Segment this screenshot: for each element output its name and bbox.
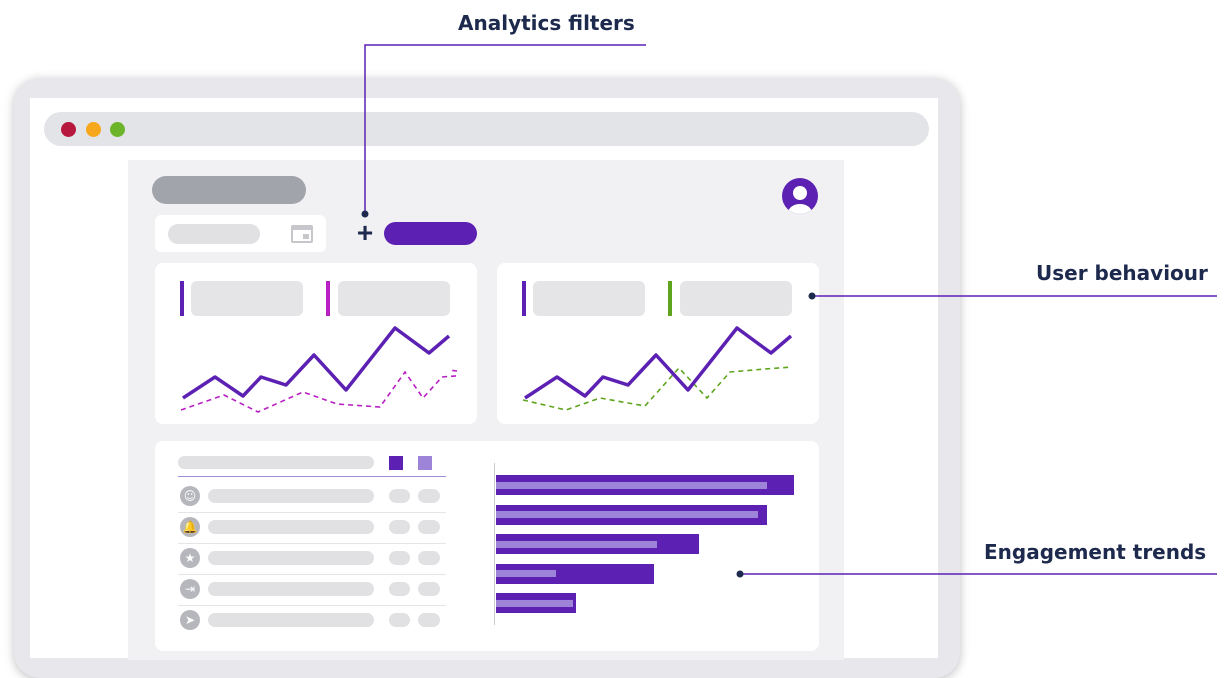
callout-lines	[361, 44, 1217, 578]
analytics-filters-dot	[361, 210, 369, 218]
user-behaviour-dot	[808, 292, 816, 300]
analytics-filters-connector	[364, 44, 646, 213]
engagement-trends-dot	[736, 570, 744, 578]
